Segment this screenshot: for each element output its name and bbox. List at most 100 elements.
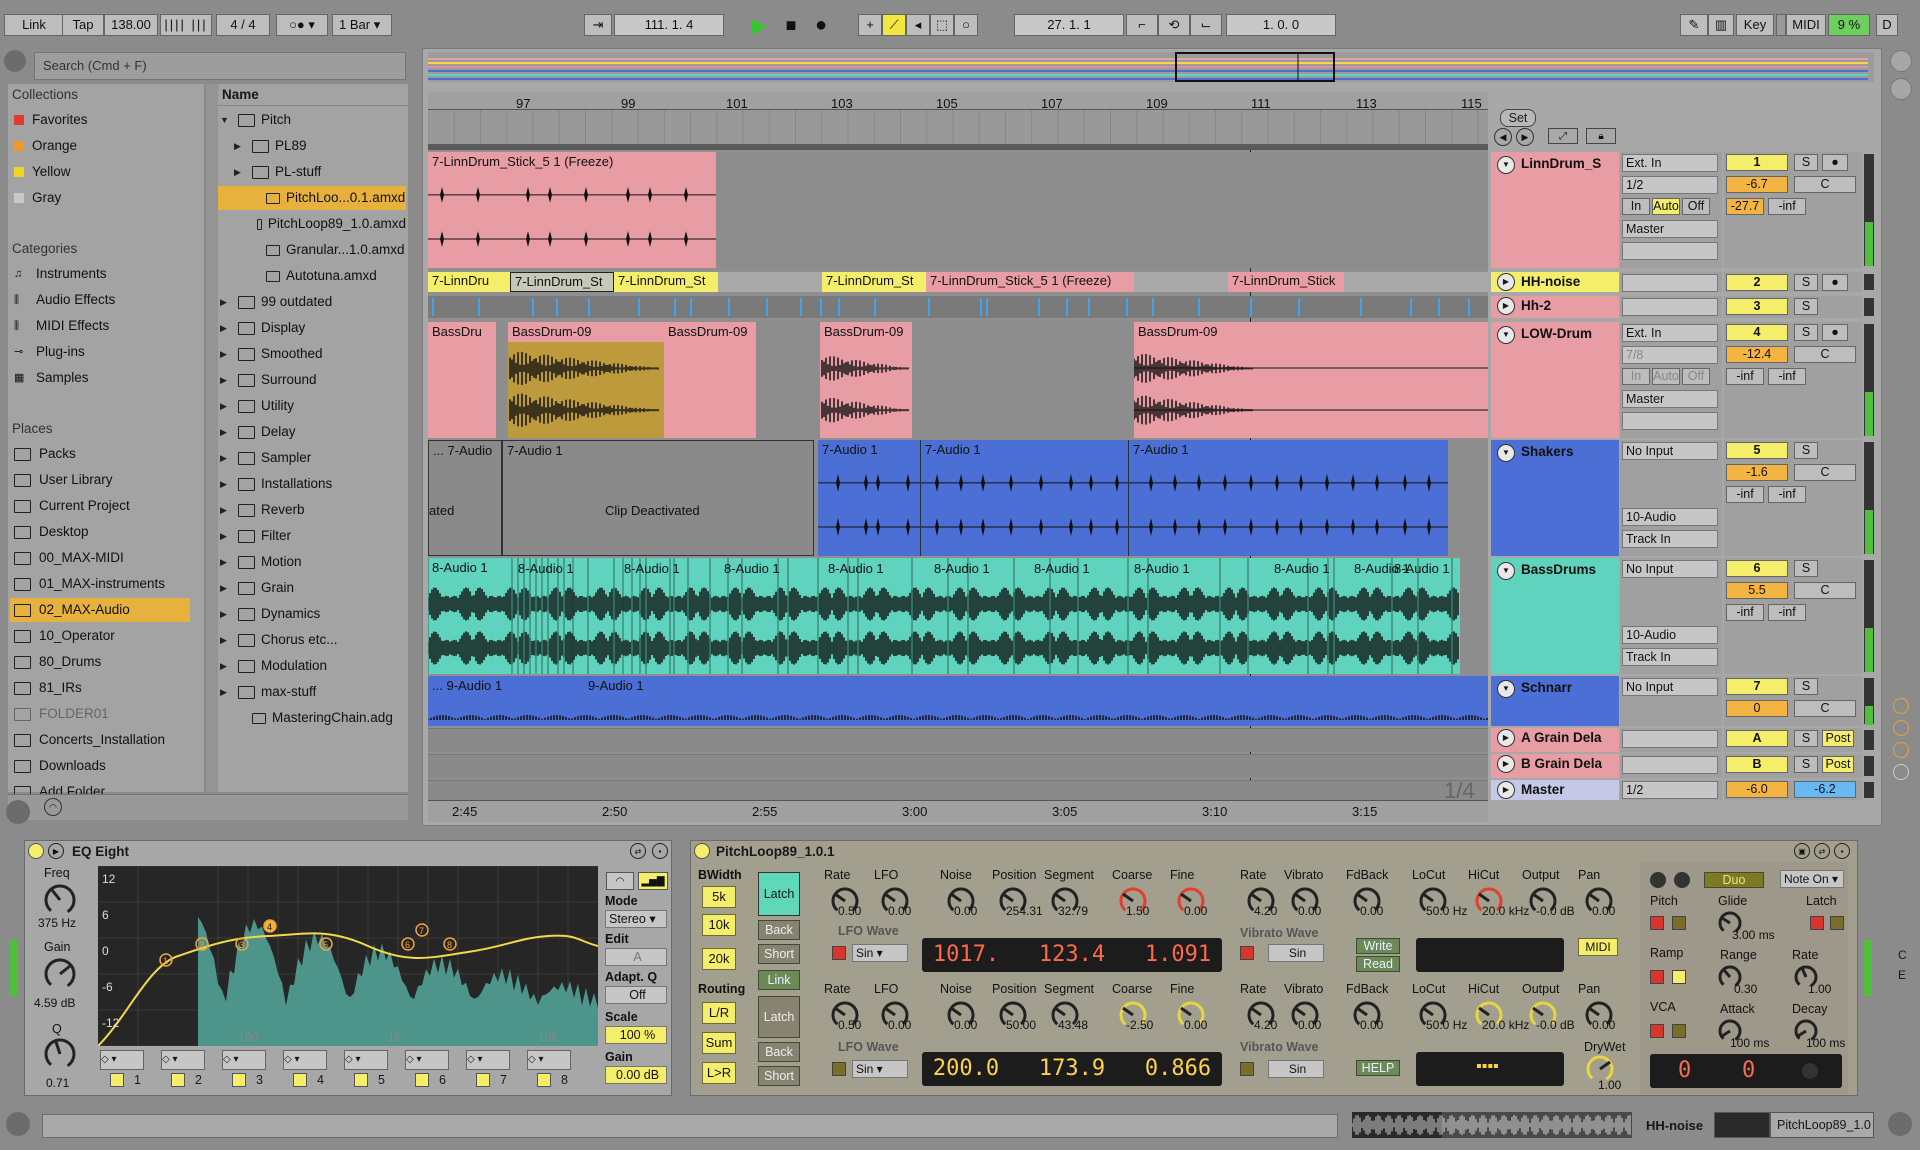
- device-thumbnail[interactable]: [1714, 1112, 1770, 1138]
- bwidth-5k[interactable]: 5k: [702, 886, 736, 908]
- solo-button[interactable]: S: [1794, 442, 1818, 459]
- peak-level-1[interactable]: -inf: [1726, 368, 1764, 385]
- browser-item[interactable]: Autotuna.amxd: [248, 264, 406, 288]
- browser-item[interactable]: ▶ Dynamics: [220, 602, 406, 626]
- link-button-pl[interactable]: Link: [758, 970, 800, 990]
- peak-level-1[interactable]: -inf: [1726, 486, 1764, 503]
- read-button[interactable]: Read: [1356, 956, 1400, 972]
- place-item[interactable]: 00_MAX-MIDI: [14, 546, 124, 570]
- peak-level-2[interactable]: -inf: [1768, 368, 1806, 385]
- band-enable-toggle[interactable]: [476, 1073, 490, 1087]
- sidebar-splitter[interactable]: [206, 84, 218, 792]
- scrub-area[interactable]: [427, 110, 1488, 146]
- browser-item[interactable]: ▶ Motion: [220, 550, 406, 574]
- save-preset-icon[interactable]: ▪: [1834, 843, 1850, 859]
- track-header[interactable]: ▼ BassDrums: [1491, 558, 1619, 674]
- place-item[interactable]: Current Project: [14, 494, 130, 518]
- arrangement-position[interactable]: 111. 1. 4: [614, 14, 724, 36]
- track-name[interactable]: BassDrums: [1521, 562, 1596, 577]
- fold-track-icon[interactable]: ▶: [1497, 297, 1515, 315]
- monitor-auto[interactable]: Auto: [1652, 368, 1680, 385]
- link-button[interactable]: Link: [4, 14, 64, 36]
- volume-field[interactable]: -6.7: [1726, 176, 1788, 193]
- browser-item[interactable]: ▶ Delay: [220, 420, 406, 444]
- category-item[interactable]: ⊸ Plug-ins: [14, 340, 85, 364]
- track-header[interactable]: ▶ Master: [1491, 780, 1619, 800]
- monitor-auto[interactable]: Auto: [1652, 198, 1680, 215]
- chevron-right-icon[interactable]: ▶: [220, 576, 232, 600]
- pitch-toggle-2[interactable]: [1672, 916, 1686, 930]
- peak-level-2[interactable]: -inf: [1768, 604, 1806, 621]
- detail-toggle-icon[interactable]: [1888, 1112, 1912, 1136]
- solo-button[interactable]: S: [1794, 756, 1818, 773]
- solo-button[interactable]: S: [1794, 154, 1818, 171]
- delay-toggle-icon[interactable]: [1893, 764, 1909, 780]
- track-header[interactable]: ▼ Shakers: [1491, 440, 1619, 556]
- browser-item[interactable]: ▶ Modulation: [220, 654, 406, 678]
- chevron-right-icon[interactable]: ▶: [220, 394, 232, 418]
- track-name[interactable]: Shakers: [1521, 444, 1574, 459]
- arm-button[interactable]: ●: [1822, 324, 1848, 341]
- chevron-right-icon[interactable]: ▶: [220, 498, 232, 522]
- input-type-select[interactable]: No Input: [1622, 560, 1718, 578]
- chevron-right-icon[interactable]: ▶: [220, 342, 232, 366]
- monitor-in[interactable]: In: [1622, 198, 1650, 215]
- short-button-1[interactable]: Short: [758, 944, 800, 964]
- clip-shakers-e[interactable]: 7-Audio 1: [1128, 440, 1448, 556]
- post-button[interactable]: Post: [1822, 756, 1854, 773]
- input-type-select[interactable]: Ext. In: [1622, 154, 1718, 172]
- volume-field[interactable]: 0: [1726, 700, 1788, 717]
- device-preset-icon[interactable]: ▣: [1794, 843, 1810, 859]
- browser-item[interactable]: PitchLoo...0.1.amxd: [218, 186, 406, 210]
- clip-hh-e[interactable]: 7-LinnDrum_Stick_5 1 (Freeze): [926, 272, 1134, 292]
- solo-button[interactable]: S: [1794, 298, 1818, 315]
- track-name[interactable]: LinnDrum_S: [1521, 156, 1601, 171]
- chevron-down-icon[interactable]: ▼: [220, 108, 232, 132]
- save-preset-icon[interactable]: ▪: [652, 843, 668, 859]
- browser-item[interactable]: ▶ max-stuff: [220, 680, 406, 704]
- duo-button[interactable]: Duo: [1704, 872, 1764, 888]
- play-icon[interactable]: ▶: [746, 12, 772, 38]
- band-enable-toggle[interactable]: [354, 1073, 368, 1087]
- preview-headphones-icon[interactable]: ◠: [44, 798, 62, 816]
- q-knob[interactable]: [40, 1036, 80, 1072]
- prev-locator-icon[interactable]: ◀: [1494, 128, 1512, 146]
- mixer-view-icon[interactable]: [1890, 78, 1912, 100]
- track-name[interactable]: A Grain Dela: [1521, 730, 1602, 745]
- chevron-right-icon[interactable]: ▶: [220, 368, 232, 392]
- write-button[interactable]: Write: [1356, 938, 1400, 954]
- track-activator[interactable]: 4: [1726, 324, 1788, 341]
- clip-bass-c[interactable]: BassDrum-09: [664, 322, 756, 438]
- band-enable-toggle[interactable]: [415, 1073, 429, 1087]
- lane-return-a[interactable]: [428, 728, 1488, 752]
- band-filter-select[interactable]: ◇ ▾: [222, 1050, 266, 1070]
- browser-item[interactable]: ▼ Pitch: [220, 108, 406, 132]
- vca-toggle-a[interactable]: [1650, 1024, 1664, 1038]
- help-button[interactable]: HELP: [1356, 1060, 1400, 1076]
- band-enable-toggle[interactable]: [232, 1073, 246, 1087]
- track-activator[interactable]: A: [1726, 730, 1788, 747]
- band-filter-select[interactable]: ◇ ▾: [283, 1050, 327, 1070]
- short-button-2[interactable]: Short: [758, 1066, 800, 1086]
- collection-item[interactable]: Favorites: [14, 108, 88, 132]
- track-header[interactable]: ▼ LOW-Drum: [1491, 322, 1619, 438]
- volume-field[interactable]: -6.0: [1726, 781, 1788, 798]
- output-channel[interactable]: [1622, 412, 1718, 430]
- io-slot[interactable]: [1622, 298, 1718, 316]
- browser-item[interactable]: Granular...1.0.amxd: [248, 238, 406, 262]
- clip-hh-f[interactable]: 7-LinnDrum_Stick: [1228, 272, 1344, 292]
- gain2-field[interactable]: 0.00 dB: [605, 1066, 667, 1084]
- io-slot[interactable]: [1622, 274, 1718, 292]
- monitor-in[interactable]: In: [1622, 368, 1650, 385]
- set-locator-button[interactable]: Set: [1500, 109, 1536, 127]
- scale-field[interactable]: 100 %: [605, 1026, 667, 1044]
- chevron-right-icon[interactable]: ▶: [220, 680, 232, 704]
- beat-ruler[interactable]: [428, 92, 1488, 110]
- browser-item[interactable]: ▶ Grain: [220, 576, 406, 600]
- browser-item[interactable]: ▶ Reverb: [220, 498, 406, 522]
- record-icon[interactable]: ●: [808, 12, 834, 38]
- loop-switch-icon[interactable]: ⟲: [1158, 14, 1190, 36]
- track-header[interactable]: ▶ A Grain Dela: [1491, 728, 1619, 752]
- track-activator[interactable]: B: [1726, 756, 1788, 773]
- lock-icon[interactable]: 🔒︎: [1586, 128, 1616, 144]
